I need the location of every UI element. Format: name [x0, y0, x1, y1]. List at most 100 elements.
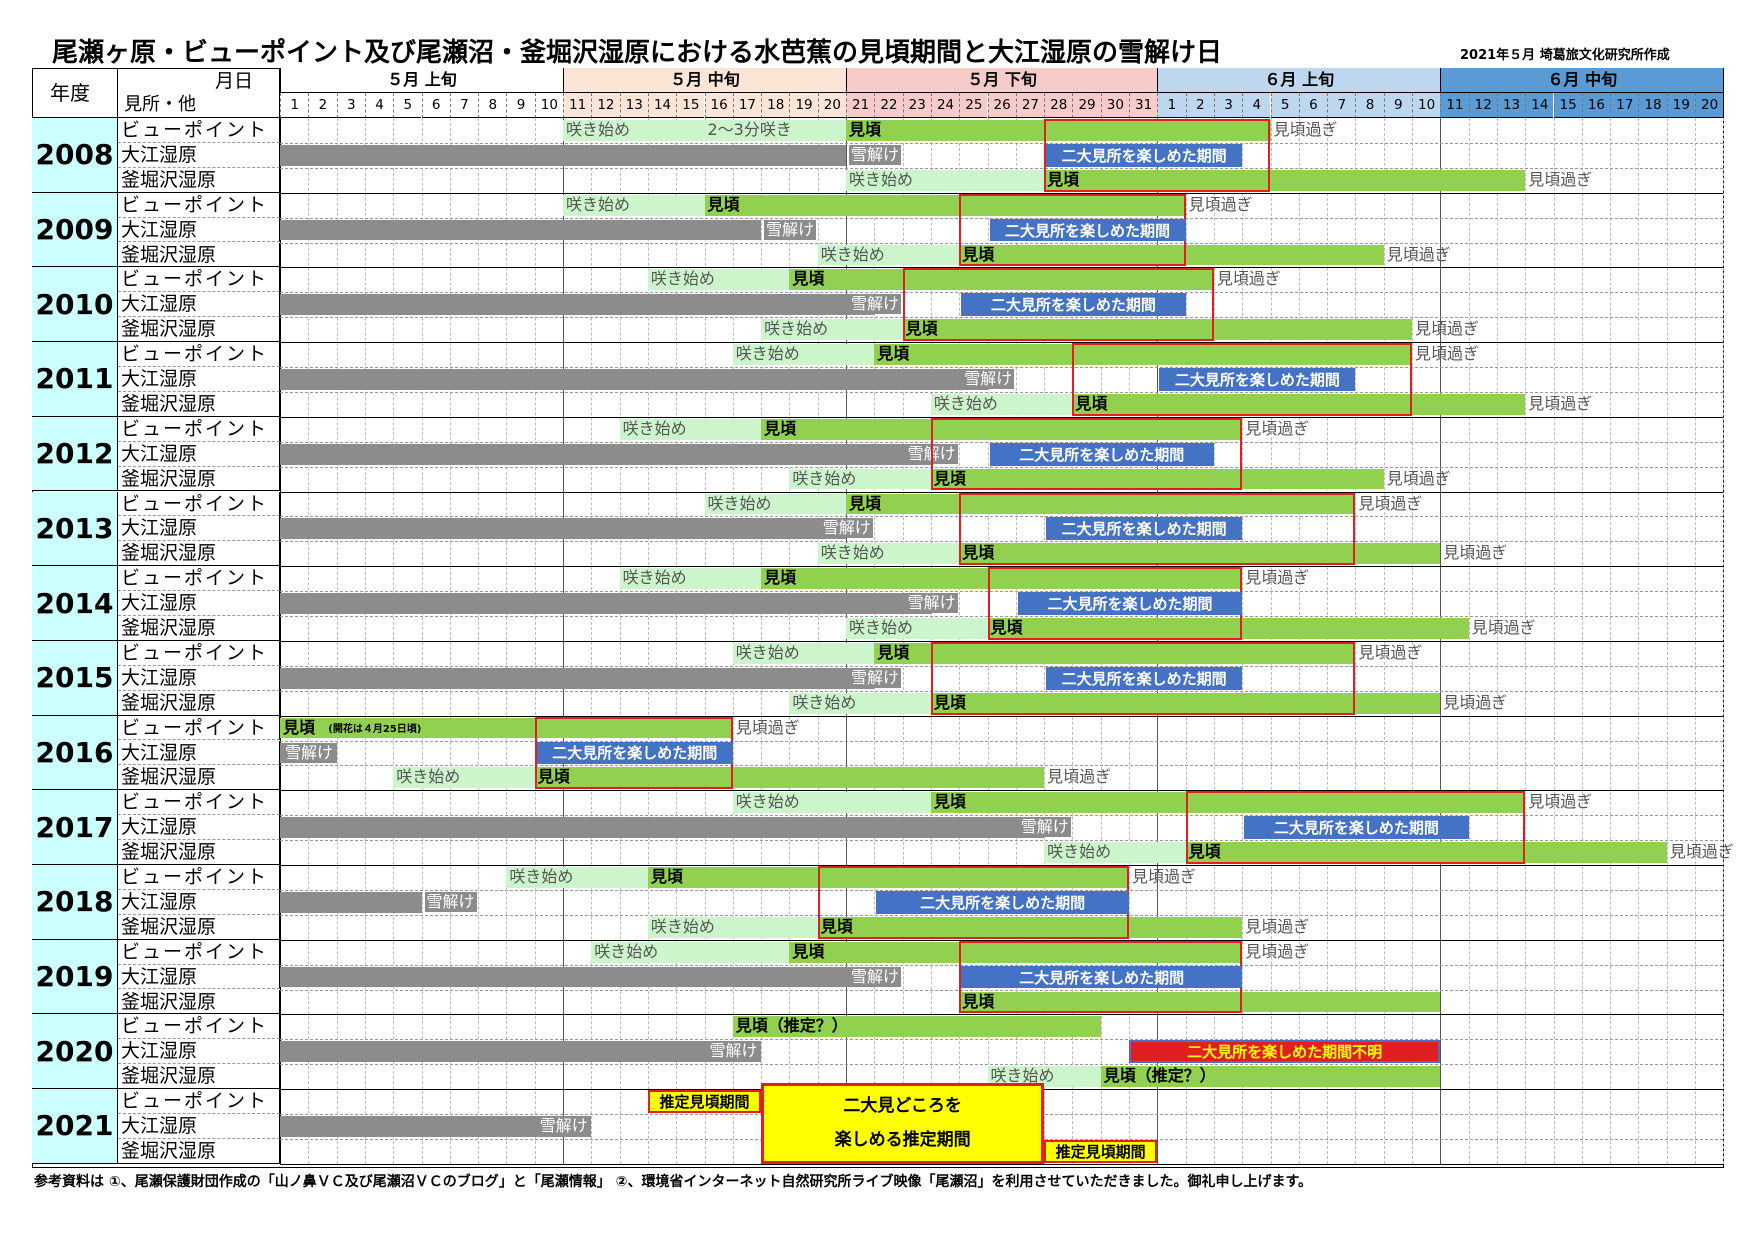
day-number: 7	[1337, 97, 1347, 113]
partial-label: 2〜3分咲き	[707, 120, 792, 139]
snowmelt-label: 雪解け	[537, 1116, 590, 1136]
both-period-callout: 二大見所を楽しめた期間	[1046, 143, 1243, 167]
row-line	[280, 1039, 1724, 1041]
bloom-label: 咲き始め	[396, 767, 461, 787]
row-label-cell: ビューポイント	[118, 118, 280, 143]
day-number: 6	[431, 97, 441, 113]
year-cell: 2014	[32, 566, 118, 641]
year-cell: 2010	[32, 267, 118, 343]
snowmelt-label: 雪解け	[905, 593, 958, 614]
year-cell: 2018	[32, 865, 118, 940]
est-both-line2: 楽しめる推定期間	[834, 1130, 971, 1151]
year-cell: 2011	[32, 342, 118, 417]
row-label-cell: 大江湿原	[118, 815, 280, 841]
row-line	[280, 1064, 1724, 1066]
past-label: 見頃過ぎ	[1047, 767, 1112, 787]
row-label-cell: 大江湿原	[118, 1114, 280, 1139]
row-label: ビューポイント	[121, 716, 269, 739]
row-label: 釜堀沢湿原	[121, 542, 217, 565]
peak-label: 見頃	[877, 344, 910, 364]
day-cell: 24	[930, 93, 960, 118]
row-line	[280, 1163, 1724, 1165]
day-number: 3	[346, 97, 356, 113]
bloom-label: 咲き始め	[764, 319, 829, 339]
snowmelt-label: 雪解け	[283, 742, 336, 763]
row-label-cell: 大江湿原	[118, 142, 280, 168]
month-band-label: ５月 下旬	[967, 70, 1037, 89]
year-cell: 2008	[32, 118, 118, 193]
day-cell: 1	[280, 93, 309, 118]
row-label-cell: ビューポイント	[118, 865, 280, 890]
day-cell: 17	[1610, 93, 1639, 118]
est-kama-period: 推定見頃期間	[1044, 1139, 1158, 1163]
row-label-cell: 大江湿原	[118, 1039, 280, 1065]
day-cell: 21	[846, 93, 875, 118]
row-label: 大江湿原	[121, 368, 198, 390]
snowmelt-label: 雪解け	[849, 294, 902, 315]
row-label: 釜堀沢湿原	[121, 392, 217, 415]
day-number: 15	[1559, 97, 1577, 113]
day-number: 24	[936, 97, 955, 113]
year-label: 2010	[35, 287, 114, 321]
day-number: 6	[1309, 97, 1318, 113]
past-label: 見頃過ぎ	[1273, 120, 1338, 139]
day-number: 25	[965, 97, 983, 113]
past-label: 見頃過ぎ	[1188, 194, 1253, 214]
bloom-label: 咲き始め	[566, 194, 631, 214]
day-cell: 6	[1298, 93, 1328, 118]
row-label: ビューポイント	[121, 567, 269, 590]
day-cell: 5	[393, 93, 422, 118]
day-cell: 7	[449, 93, 479, 118]
bloom-label: 咲き始め	[933, 393, 998, 413]
row-label: 大江湿原	[121, 816, 198, 839]
bloom-label: 咲き始め	[820, 244, 885, 264]
past-label: 見頃過ぎ	[1216, 269, 1281, 289]
row-label-cell: ビューポイント	[118, 640, 280, 666]
row-label: ビューポイント	[121, 791, 269, 814]
day-number: 20	[1701, 97, 1719, 113]
day-number: 23	[908, 97, 926, 113]
day-number: 13	[625, 97, 643, 113]
past-label: 見頃過ぎ	[1245, 941, 1310, 961]
row-label: ビューポイント	[121, 492, 269, 515]
row-label: 釜堀沢湿原	[121, 1139, 217, 1162]
day-number: 3	[1224, 97, 1233, 113]
day-cell: 19	[1666, 93, 1695, 118]
row-label: 釜堀沢湿原	[121, 243, 217, 266]
month-band-label: ６月 中旬	[1547, 70, 1618, 89]
day-number: 9	[1394, 97, 1403, 113]
day-cell: 11	[563, 93, 592, 118]
past-label: 見頃過ぎ	[1358, 642, 1423, 662]
row-label: 大江湿原	[121, 965, 198, 988]
row-line	[280, 167, 1724, 169]
bloom-label: 咲き始め	[792, 468, 857, 488]
month-band: ６月 上旬	[1157, 68, 1441, 93]
row-label-cell: 釜堀沢湿原	[118, 242, 280, 268]
past-label: 見頃過ぎ	[1669, 842, 1734, 862]
month-day-label: 月日	[215, 70, 254, 92]
year-cell: 2019	[32, 939, 118, 1015]
day-cell: 31	[1129, 93, 1158, 118]
day-number: 17	[738, 97, 757, 113]
day-cell: 7	[1327, 93, 1356, 118]
year-label: 2013	[35, 511, 114, 545]
snowmelt-label: 雪解け	[849, 144, 902, 165]
day-cell: 1	[1157, 93, 1186, 118]
day-number: 14	[653, 97, 672, 113]
snowmelt-bloom-table: 尾瀬ヶ原・ビューポイント及び尾瀬沼・釜堀沢湿原における水芭蕉の見頃期間と大江湿原…	[0, 0, 1753, 1240]
row-label-cell: ビューポイント	[118, 267, 280, 293]
peak-label: 見頃	[650, 867, 683, 886]
day-number: 30	[1106, 97, 1124, 113]
day-number: 12	[597, 97, 615, 113]
bloom-label: 咲き始め	[622, 418, 687, 438]
day-number: 31	[1135, 97, 1153, 113]
row-label-cell: ビューポイント	[118, 491, 280, 517]
day-cell: 23	[902, 93, 931, 118]
day-number: 1	[1167, 97, 1177, 113]
row-line	[280, 740, 1724, 742]
row-label-cell: 釜堀沢湿原	[118, 690, 280, 716]
month-band: ５月 下旬	[846, 68, 1158, 93]
row-label: ビューポイント	[121, 119, 269, 141]
day-cell: 15	[676, 93, 705, 118]
day-cell: 11	[1440, 93, 1469, 118]
